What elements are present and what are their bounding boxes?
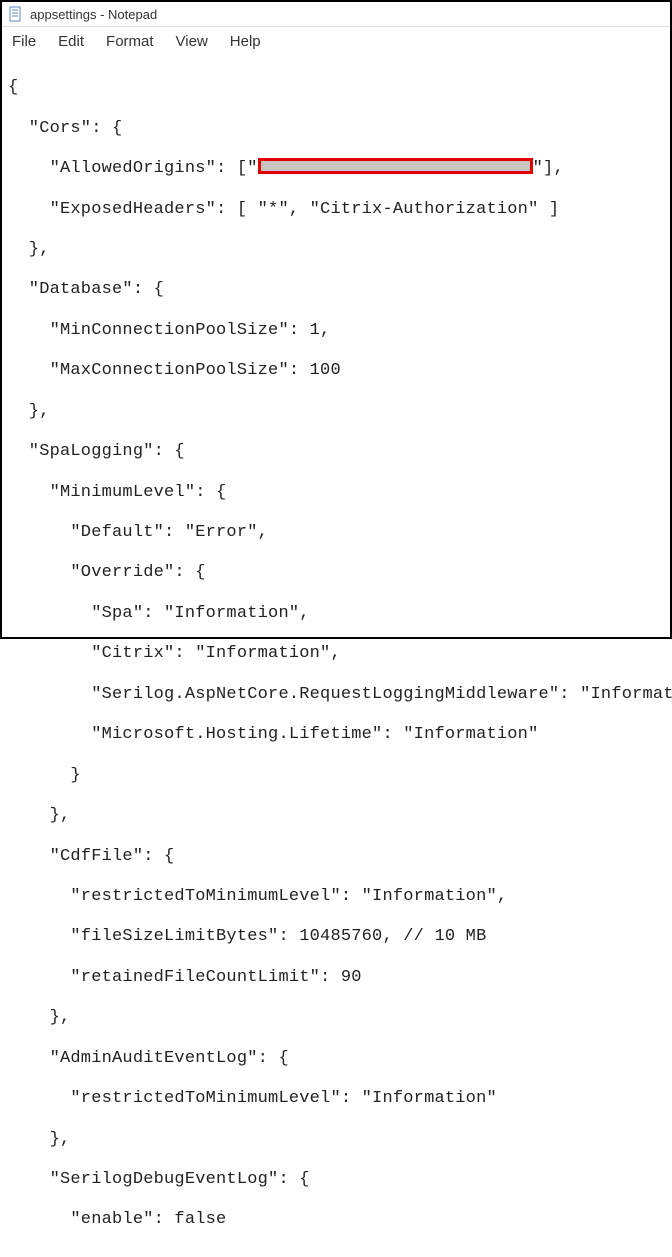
code-line: "restrictedToMinimumLevel": "Information… — [8, 887, 664, 907]
code-line: "Cors": { — [8, 119, 664, 139]
code-text: "AllowedOrigins": [" — [8, 159, 258, 178]
code-line: "Citrix": "Information", — [8, 644, 664, 664]
code-line: "ExposedHeaders": [ "*", "Citrix-Authori… — [8, 200, 664, 220]
code-line: "AllowedOrigins": [" "], — [8, 159, 664, 179]
notepad-icon — [8, 6, 24, 22]
code-line: "SerilogDebugEventLog": { — [8, 1170, 664, 1190]
code-line: { — [8, 78, 664, 98]
code-line: "SpaLogging": { — [8, 442, 664, 462]
code-text: "], — [533, 159, 564, 178]
code-line: "CdfFile": { — [8, 847, 664, 867]
code-line: }, — [8, 1130, 664, 1150]
code-line: "MinConnectionPoolSize": 1, — [8, 321, 664, 341]
code-line: "Serilog.AspNetCore.RequestLoggingMiddle… — [8, 685, 664, 705]
editor-content[interactable]: { "Cors": { "AllowedOrigins": [" "], "Exp… — [2, 56, 670, 1257]
code-line: "fileSizeLimitBytes": 10485760, // 10 MB — [8, 927, 664, 947]
menu-help[interactable]: Help — [226, 31, 265, 52]
code-line: "retainedFileCountLimit": 90 — [8, 968, 664, 988]
titlebar: appsettings - Notepad — [2, 2, 670, 27]
window-title: appsettings - Notepad — [30, 7, 157, 22]
code-line: "restrictedToMinimumLevel": "Information… — [8, 1089, 664, 1109]
code-line: }, — [8, 806, 664, 826]
code-line: "MinimumLevel": { — [8, 483, 664, 503]
code-line: }, — [8, 1008, 664, 1028]
code-line: "Database": { — [8, 280, 664, 300]
menu-format[interactable]: Format — [102, 31, 158, 52]
redacted-value — [258, 158, 533, 174]
menu-edit[interactable]: Edit — [54, 31, 88, 52]
code-line: "MaxConnectionPoolSize": 100 — [8, 361, 664, 381]
code-line: "enable": false — [8, 1210, 664, 1230]
code-line: "Microsoft.Hosting.Lifetime": "Informati… — [8, 725, 664, 745]
code-line: }, — [8, 402, 664, 422]
menu-view[interactable]: View — [172, 31, 212, 52]
code-line: "AdminAuditEventLog": { — [8, 1049, 664, 1069]
code-line: "Override": { — [8, 563, 664, 583]
code-line: } — [8, 766, 664, 786]
code-line: }, — [8, 240, 664, 260]
code-line: "Spa": "Information", — [8, 604, 664, 624]
code-line: "Default": "Error", — [8, 523, 664, 543]
menubar: File Edit Format View Help — [2, 27, 670, 56]
menu-file[interactable]: File — [8, 31, 40, 52]
